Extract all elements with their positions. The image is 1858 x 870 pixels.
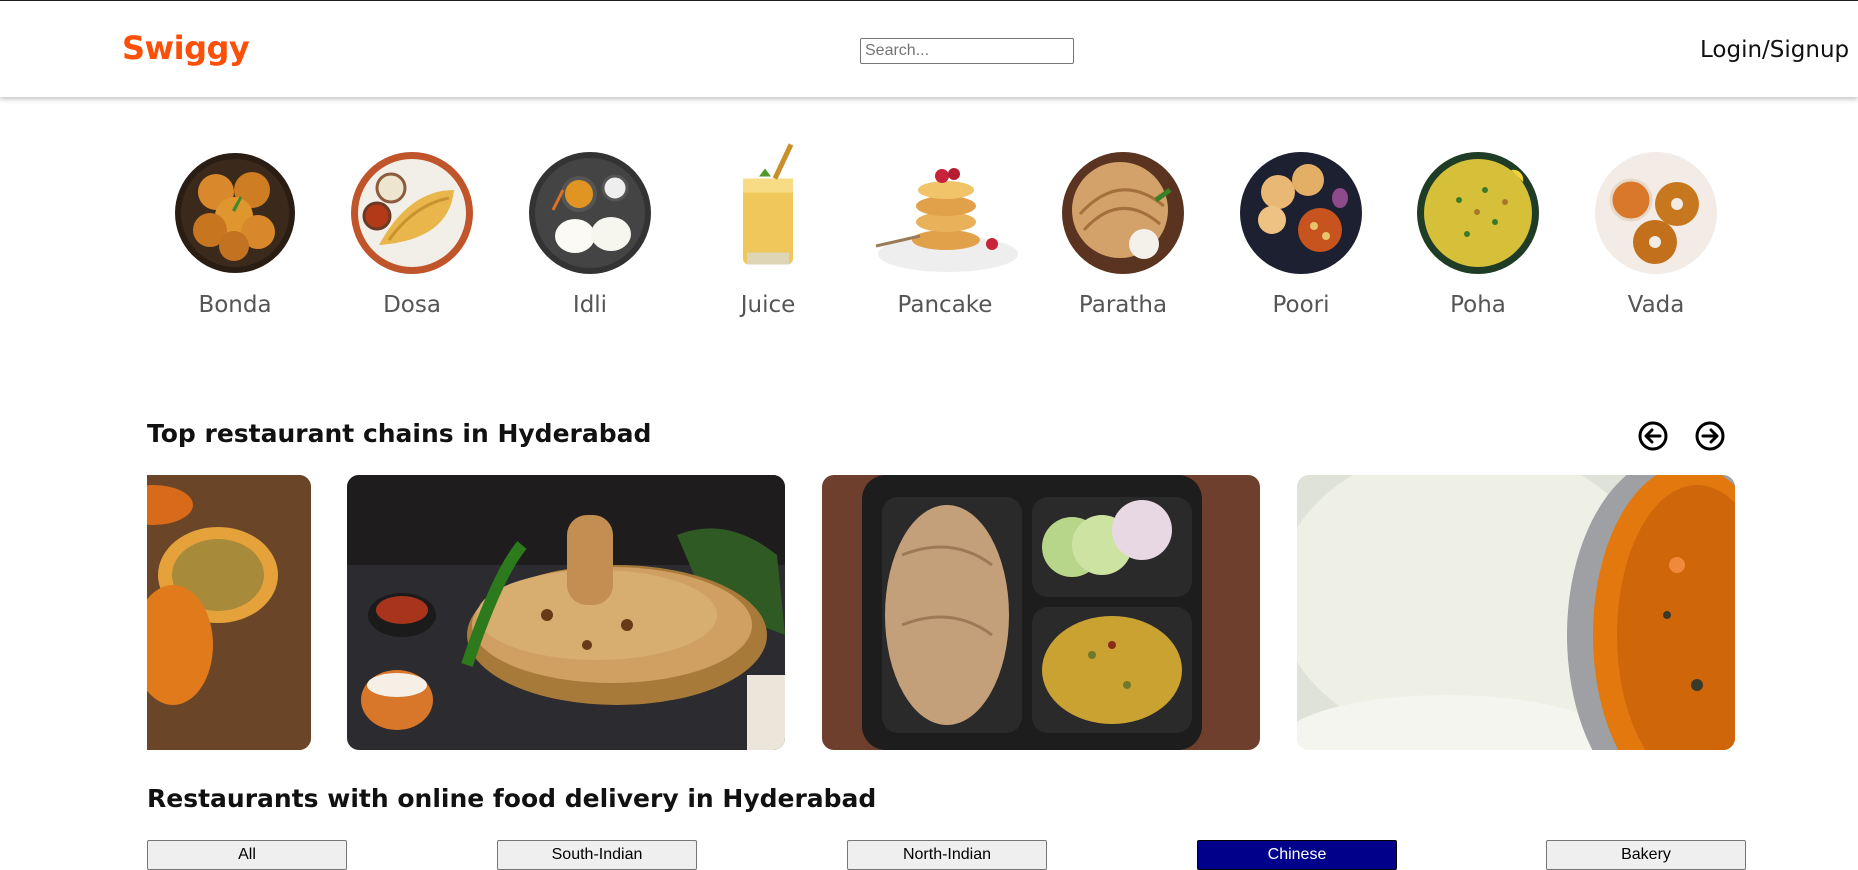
- juice-image: [743, 143, 794, 265]
- filter-bakery-button[interactable]: Bakery: [1546, 840, 1746, 870]
- restaurant-image: [822, 475, 1260, 750]
- category-poha[interactable]: Poha: [1403, 128, 1553, 328]
- search-input[interactable]: [860, 38, 1074, 64]
- restaurant-card[interactable]: [147, 475, 311, 750]
- category-vada[interactable]: Vada: [1581, 128, 1731, 328]
- food-category-row: Bonda Dosa Idli Juice Pancake Paratha Po…: [0, 128, 1858, 328]
- arrow-left-circle-icon[interactable]: [1638, 421, 1668, 451]
- category-label: Paratha: [1078, 292, 1168, 318]
- bonda-image: [175, 153, 295, 273]
- filter-chinese-button[interactable]: Chinese: [1197, 840, 1397, 870]
- category-juice[interactable]: Juice: [693, 128, 843, 328]
- category-label: Pancake: [897, 292, 993, 318]
- online-delivery-title: Restaurants with online food delivery in…: [147, 784, 877, 813]
- filter-north-indian-button[interactable]: North-Indian: [847, 840, 1047, 870]
- filter-south-indian-button[interactable]: South-Indian: [497, 840, 697, 870]
- filter-all-button[interactable]: All: [147, 840, 347, 870]
- restaurant-card[interactable]: [822, 475, 1260, 750]
- idli-image: [529, 152, 651, 274]
- restaurant-card[interactable]: [347, 475, 785, 750]
- top-chains-title: Top restaurant chains in Hyderabad: [147, 419, 652, 448]
- category-idli[interactable]: Idli: [515, 128, 665, 328]
- vada-image: [1595, 152, 1717, 274]
- cuisine-filter-bar: All South-Indian North-Indian Chinese Ba…: [0, 840, 1858, 870]
- category-label: Idli: [572, 292, 608, 318]
- poori-image: [1240, 152, 1362, 274]
- category-paratha[interactable]: Paratha: [1048, 128, 1198, 328]
- category-label: Vada: [1627, 292, 1685, 318]
- category-pancake[interactable]: Pancake: [870, 128, 1020, 328]
- restaurant-image: [147, 475, 311, 750]
- paratha-image: [1062, 152, 1184, 274]
- restaurant-image: [1297, 475, 1735, 750]
- swiggy-logo[interactable]: Swiggy: [122, 29, 250, 67]
- category-label: Bonda: [198, 292, 272, 318]
- category-label: Juice: [740, 292, 796, 318]
- restaurant-carousel[interactable]: [147, 475, 1735, 750]
- category-label: Poori: [1272, 292, 1330, 318]
- pancake-image: [875, 168, 1018, 272]
- poha-image: [1417, 152, 1539, 274]
- category-bonda[interactable]: Bonda: [160, 128, 310, 328]
- category-label: Poha: [1450, 292, 1506, 318]
- restaurant-image: [347, 475, 785, 750]
- site-header: Swiggy Login/Signup: [0, 1, 1858, 97]
- category-poori[interactable]: Poori: [1226, 128, 1376, 328]
- category-dosa[interactable]: Dosa: [337, 128, 487, 328]
- restaurant-card[interactable]: [1297, 475, 1735, 750]
- login-signup-link[interactable]: Login/Signup: [1700, 37, 1849, 63]
- dosa-image: [351, 152, 473, 274]
- arrow-right-circle-icon[interactable]: [1695, 421, 1725, 451]
- category-label: Dosa: [383, 292, 441, 318]
